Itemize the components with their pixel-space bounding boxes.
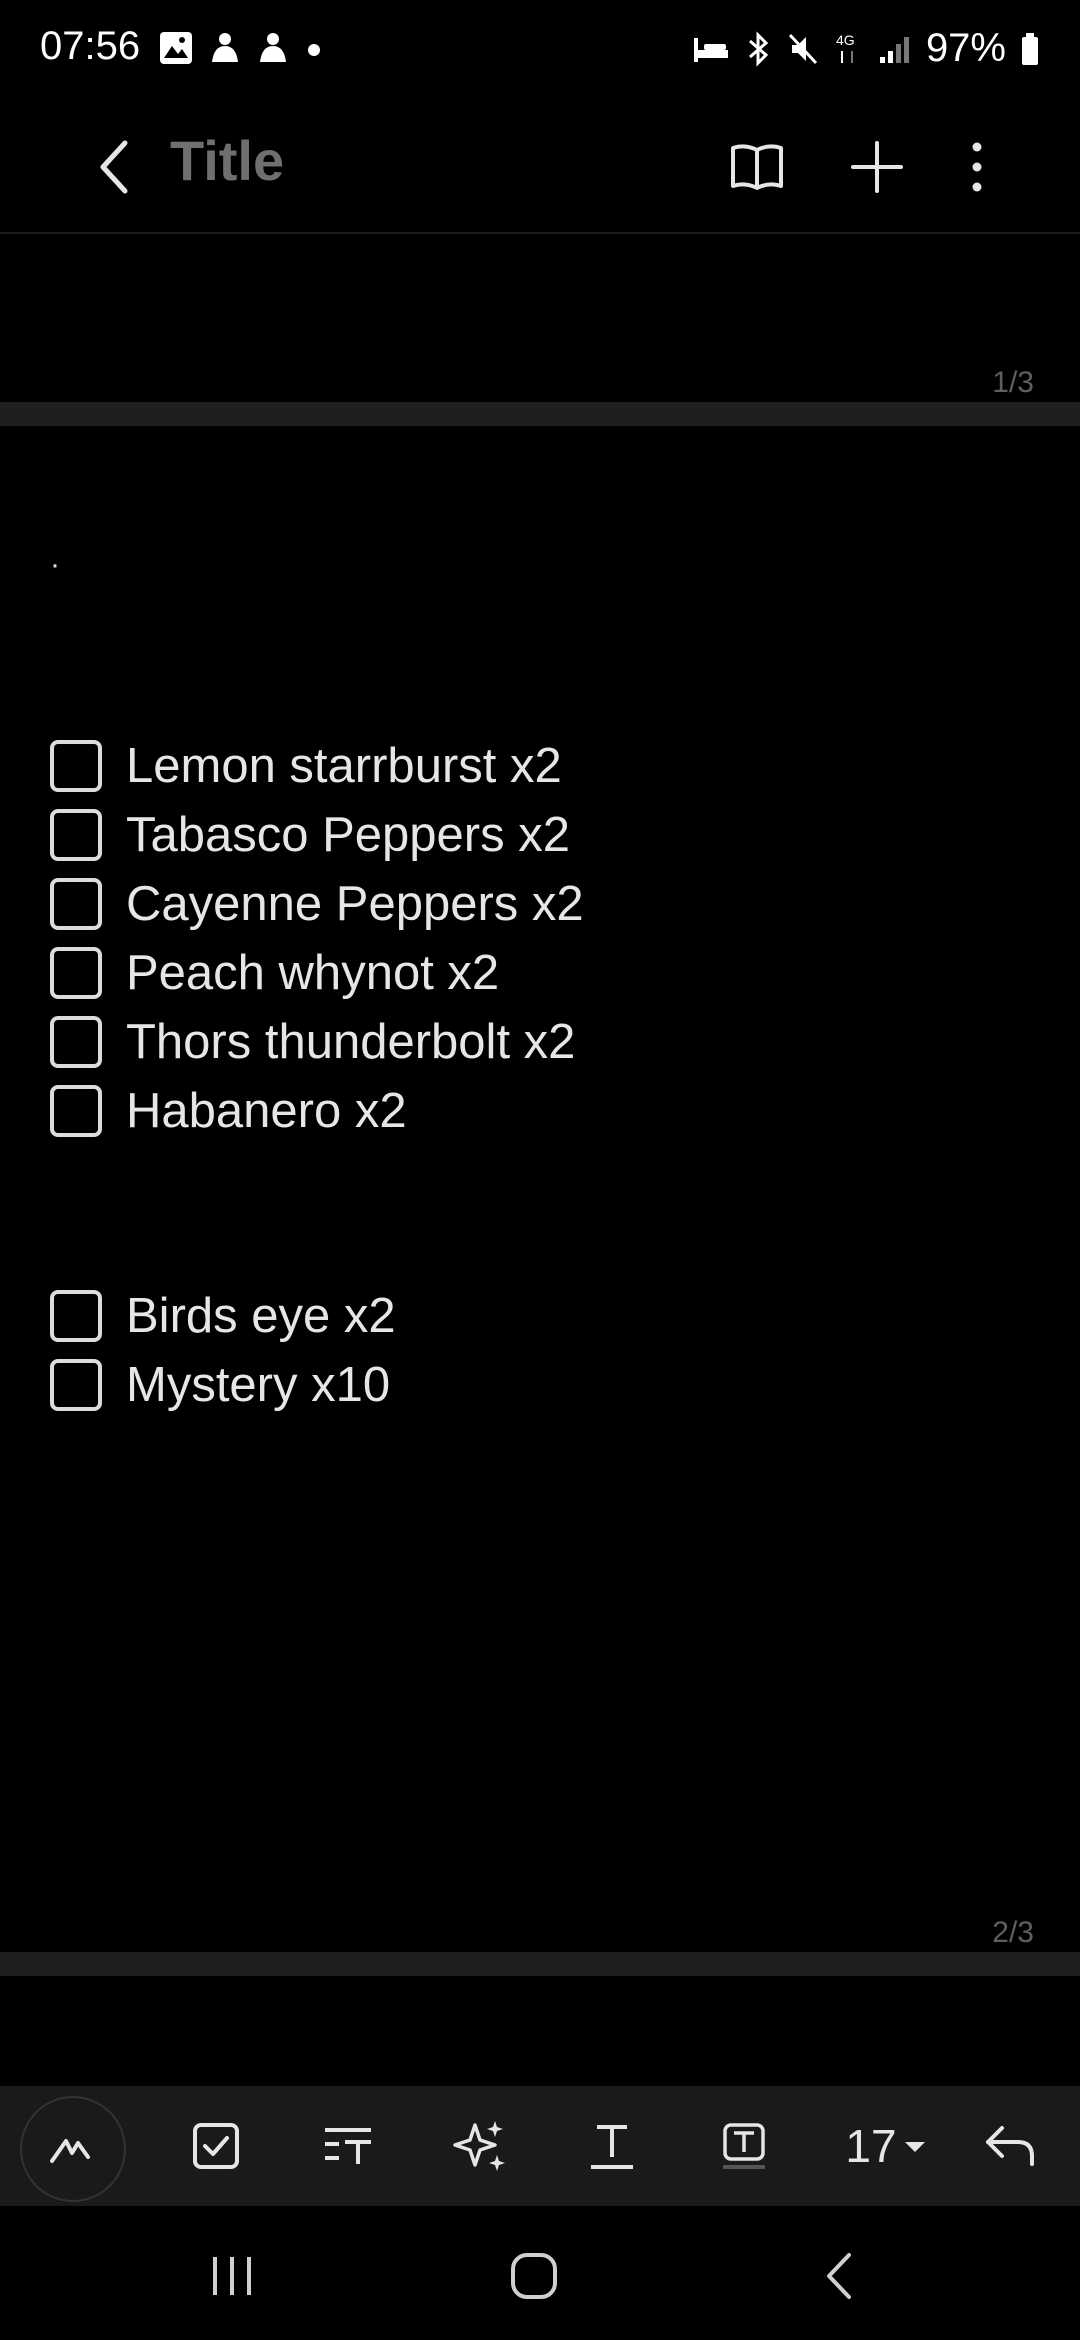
battery-percent: 97%: [925, 26, 1006, 70]
text-style-button[interactable]: [562, 2096, 662, 2196]
dot-icon: [308, 44, 320, 56]
home-button[interactable]: [474, 2226, 594, 2326]
ai-sparkle-icon: [453, 2121, 505, 2171]
checklist-item-label[interactable]: Birds eye x2: [126, 1288, 396, 1344]
home-icon: [511, 2253, 557, 2299]
checklist-item[interactable]: Cayenne Peppers x2: [50, 870, 584, 938]
recents-button[interactable]: [172, 2226, 292, 2326]
app-icon: [212, 33, 238, 62]
page-number-2: 2/3: [992, 1916, 1034, 1949]
app-icon: [260, 33, 286, 62]
checkbox[interactable]: [50, 1016, 102, 1068]
bed-icon: [693, 37, 728, 62]
system-back-button[interactable]: [778, 2226, 898, 2326]
status-time: 07:56: [40, 24, 141, 68]
add-page-button[interactable]: [832, 122, 922, 212]
checkbox-icon: [193, 2123, 239, 2169]
more-icon: [972, 142, 982, 192]
app-header: Title: [0, 100, 1080, 234]
text-style-icon: [591, 2125, 633, 2169]
more-options-button[interactable]: [932, 122, 1022, 212]
navigation-bar: [0, 2206, 1080, 2340]
pen-icon: [50, 2139, 90, 2163]
signal-icon: [879, 36, 909, 63]
back-icon: [100, 140, 128, 194]
checkbox[interactable]: [50, 740, 102, 792]
checklist-item[interactable]: Birds eye x2: [50, 1282, 396, 1350]
network-4g-icon: 4G: [836, 32, 855, 63]
checklist-item[interactable]: Peach whynot x2: [50, 939, 499, 1007]
checkbox[interactable]: [50, 878, 102, 930]
checklist-item[interactable]: Tabasco Peppers x2: [50, 801, 570, 869]
mute-icon: [788, 33, 818, 64]
status-bar: 07:56 4G 97%: [0, 0, 1080, 100]
checkbox[interactable]: [50, 1359, 102, 1411]
svg-text:4G: 4G: [836, 32, 855, 48]
text-format-button[interactable]: [298, 2096, 398, 2196]
book-icon: [731, 144, 783, 190]
back-button[interactable]: [70, 122, 160, 212]
checklist-item[interactable]: Mystery x10: [50, 1351, 390, 1419]
recents-icon: [213, 2257, 251, 2295]
checkbox-insert-button[interactable]: [166, 2096, 266, 2196]
undo-button[interactable]: [960, 2096, 1060, 2196]
checkbox[interactable]: [50, 1290, 102, 1342]
page-separator: [0, 1952, 1080, 1976]
checklist-item-label[interactable]: Thors thunderbolt x2: [126, 1014, 575, 1070]
plus-icon: [851, 141, 903, 193]
checklist-item-label[interactable]: Cayenne Peppers x2: [126, 876, 584, 932]
checklist-item-label[interactable]: Tabasco Peppers x2: [126, 807, 570, 863]
bluetooth-icon: [748, 30, 769, 67]
back-nav-icon: [827, 2253, 851, 2299]
checkbox[interactable]: [50, 1085, 102, 1137]
checklist-item-label[interactable]: Mystery x10: [126, 1357, 390, 1413]
page-number-1: 1/3: [992, 366, 1034, 399]
text-format-icon: [325, 2128, 371, 2164]
checklist-item-label[interactable]: Peach whynot x2: [126, 945, 499, 1001]
ai-assist-button[interactable]: [430, 2096, 530, 2196]
text-box-icon: [723, 2123, 765, 2169]
stray-mark: ·: [50, 548, 60, 581]
checklist-item[interactable]: Habanero x2: [50, 1077, 407, 1145]
checklist-item[interactable]: Lemon starrburst x2: [50, 732, 562, 800]
status-right-icons: 4G 97%: [692, 26, 1040, 71]
size-dropdown-icon: [904, 2142, 925, 2152]
checklist-item-label[interactable]: Lemon starrburst x2: [126, 738, 562, 794]
checklist-item[interactable]: Thors thunderbolt x2: [50, 1008, 575, 1076]
note-title[interactable]: Title: [170, 128, 284, 193]
status-left-icons: [158, 30, 324, 66]
text-box-button[interactable]: [694, 2096, 794, 2196]
checkbox[interactable]: [50, 809, 102, 861]
editing-toolbar: 17: [0, 2086, 1080, 2206]
font-size-dropdown[interactable]: 17: [826, 2096, 946, 2196]
page-separator: [0, 402, 1080, 426]
pen-mode-button[interactable]: [20, 2096, 126, 2202]
battery-icon: [1022, 32, 1038, 65]
undo-icon: [986, 2126, 1034, 2166]
checkbox[interactable]: [50, 947, 102, 999]
gallery-icon: [160, 32, 192, 64]
reading-mode-button[interactable]: [712, 122, 802, 212]
font-size-value: 17: [845, 2120, 897, 2172]
checklist-item-label[interactable]: Habanero x2: [126, 1083, 407, 1139]
